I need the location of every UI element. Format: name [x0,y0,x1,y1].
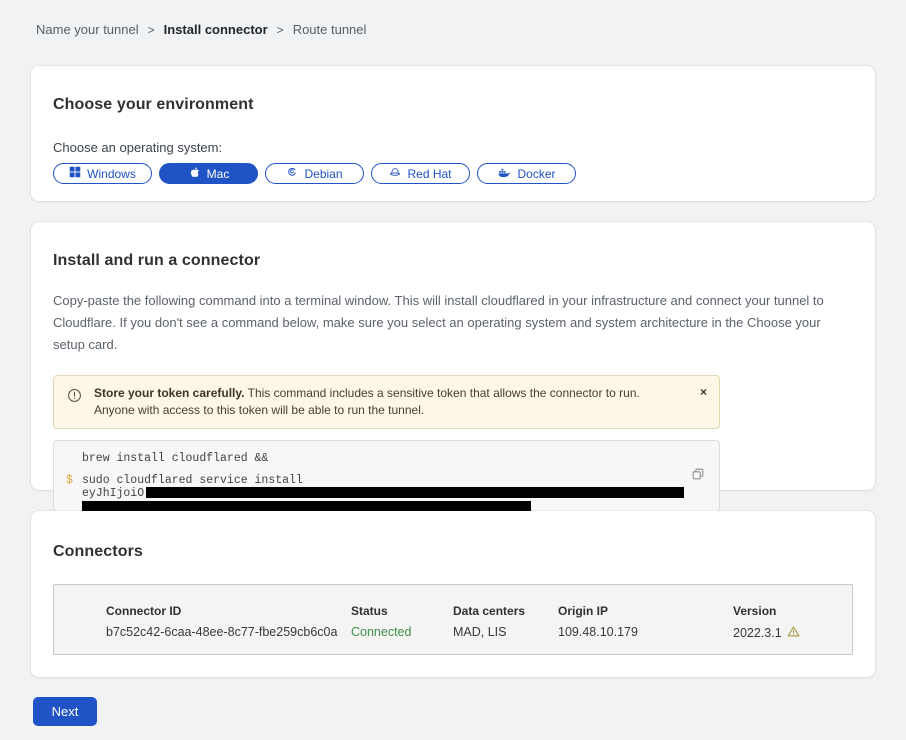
copy-icon[interactable] [691,467,705,484]
install-connector-card: Install and run a connector Copy-paste t… [31,222,875,490]
next-button[interactable]: Next [33,697,97,726]
breadcrumb-name-your-tunnel[interactable]: Name your tunnel [36,22,139,37]
warning-triangle-icon [787,625,800,641]
install-command-code-block: brew install cloudflared && $sudo cloudf… [53,440,720,512]
docker-whale-icon [497,166,511,182]
col-header-origin-ip: Origin IP [558,604,733,618]
environment-card-title: Choose your environment [53,66,853,114]
os-button-label: Windows [87,167,136,181]
shell-prompt: $ [66,474,82,487]
breadcrumb-separator: > [277,23,284,37]
token-warning-banner: Store your token carefully. This command… [53,375,720,429]
breadcrumb-separator: > [148,23,155,37]
col-header-version: Version [733,604,852,618]
os-button-label: Mac [207,167,230,181]
windows-logo-icon [69,166,81,181]
connectors-table: Connector ID Status Data centers Origin … [53,584,853,655]
warning-bold-text: Store your token carefully. [94,386,245,400]
connectors-card: Connectors Connector ID Status Data cent… [31,511,875,677]
os-button-label: Red Hat [407,167,451,181]
apple-logo-icon [188,166,201,182]
col-header-data-centers: Data centers [453,604,558,618]
code-line-brew: brew install cloudflared && [66,452,679,465]
table-row: b7c52c42-6caa-48ee-8c77-fbe259cb6c0a Con… [106,625,852,641]
origin-ip-cell: 109.48.10.179 [558,625,733,641]
col-header-connector-id: Connector ID [106,604,351,618]
os-button-mac[interactable]: Mac [159,163,258,184]
os-button-row: Windows Mac Debian [53,163,853,184]
col-header-status: Status [351,604,453,618]
breadcrumb-route-tunnel[interactable]: Route tunnel [293,22,367,37]
status-badge: Connected [351,625,453,641]
debian-swirl-icon [286,166,298,181]
redacted-token-bar [146,487,684,498]
os-button-debian[interactable]: Debian [265,163,364,184]
data-centers-cell: MAD, LIS [453,625,558,641]
os-select-label: Choose an operating system: [53,140,853,155]
os-button-label: Debian [304,167,342,181]
install-description: Copy-paste the following command into a … [53,290,853,356]
os-button-redhat[interactable]: Red Hat [371,163,470,184]
redhat-fedora-icon [389,166,401,181]
os-button-label: Docker [517,167,555,181]
connector-id-cell: b7c52c42-6caa-48ee-8c77-fbe259cb6c0a [106,625,351,641]
os-button-windows[interactable]: Windows [53,163,152,184]
connectors-table-header: Connector ID Status Data centers Origin … [106,604,852,618]
breadcrumb-install-connector[interactable]: Install connector [164,22,268,37]
info-circle-icon [67,388,82,408]
code-line-token: eyJhIjoiO [66,487,679,500]
connectors-card-title: Connectors [53,511,853,561]
code-line-sudo: $sudo cloudflared service install [66,474,679,487]
close-icon[interactable]: × [700,386,707,398]
version-cell: 2022.3.1 [733,625,852,641]
breadcrumb: Name your tunnel > Install connector > R… [36,22,366,37]
os-button-docker[interactable]: Docker [477,163,576,184]
environment-card: Choose your environment Choose an operat… [31,66,875,201]
install-card-title: Install and run a connector [53,222,853,270]
